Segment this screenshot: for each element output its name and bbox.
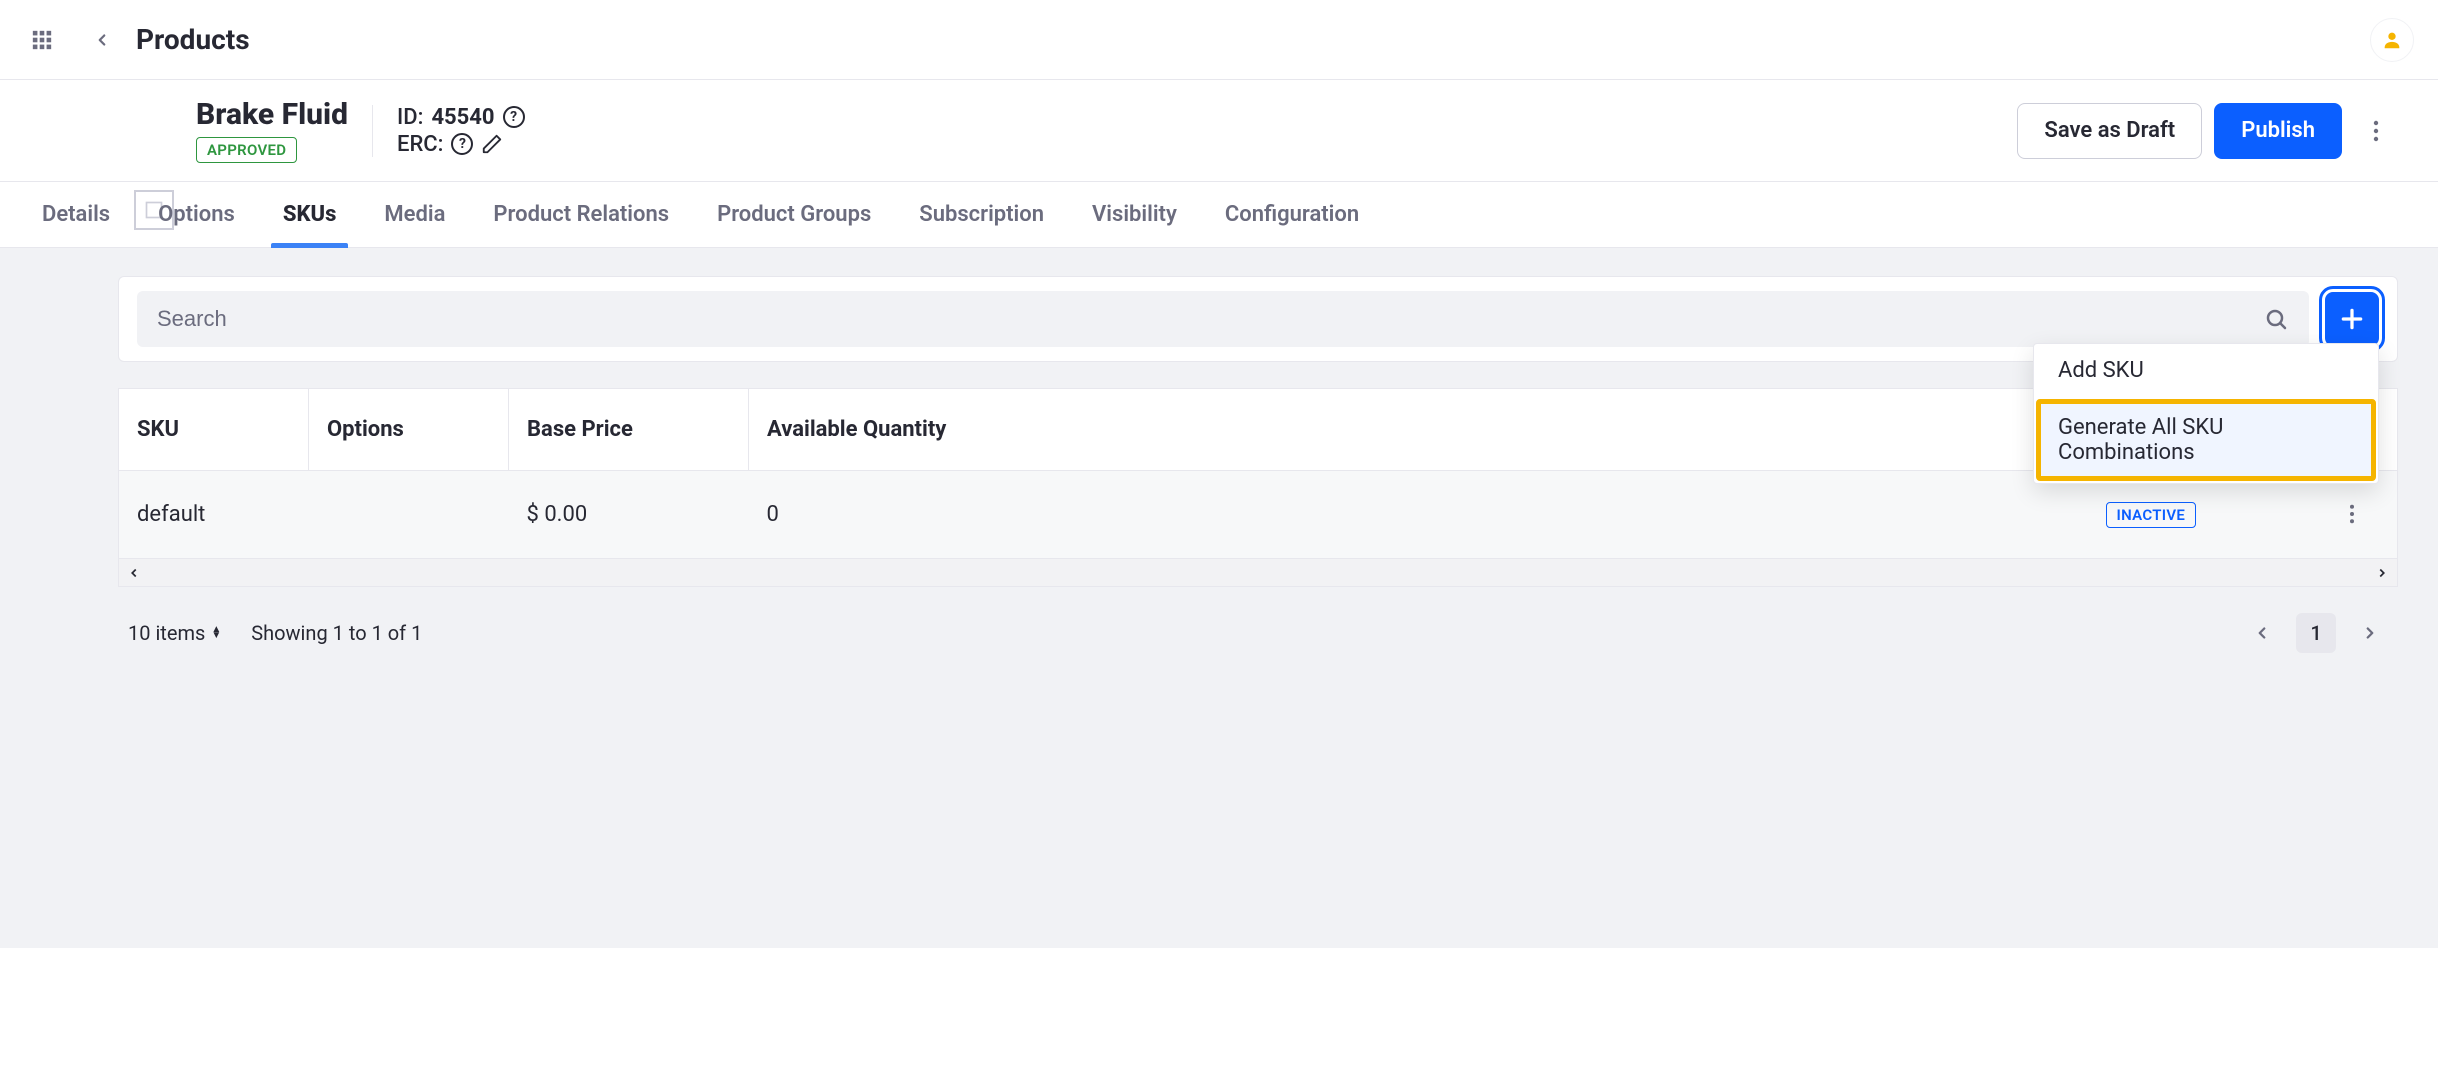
cell-qty: 0 xyxy=(749,471,2088,559)
chevron-left-icon xyxy=(93,31,111,49)
dropdown-add-sku[interactable]: Add SKU xyxy=(2034,344,2378,397)
id-label: ID: xyxy=(397,105,423,130)
toolbar: Add SKU Generate All SKU Combinations xyxy=(118,276,2398,362)
search-button[interactable] xyxy=(2261,304,2291,334)
app-switcher-button[interactable] xyxy=(24,22,60,58)
tab-product-relations[interactable]: Product Relations xyxy=(491,182,671,247)
add-dropdown: Add SKU Generate All SKU Combinations xyxy=(2033,343,2379,484)
pencil-icon xyxy=(481,133,503,155)
status-inactive-badge: INACTIVE xyxy=(2106,502,2197,528)
col-base-price[interactable]: Base Price xyxy=(509,389,749,471)
publish-button[interactable]: Publish xyxy=(2214,103,2342,159)
row-actions-button[interactable] xyxy=(2337,499,2367,529)
page-number-current[interactable]: 1 xyxy=(2296,613,2336,653)
chevron-left-icon xyxy=(2253,624,2271,642)
chevron-left-icon xyxy=(127,566,141,580)
tabs: Details Options SKUs Media Product Relat… xyxy=(0,182,2438,248)
back-button[interactable] xyxy=(84,22,120,58)
sort-arrows-icon: ▲▼ xyxy=(211,627,221,639)
tab-options[interactable]: Options xyxy=(156,182,237,247)
horizontal-scrollbar[interactable] xyxy=(118,559,2398,587)
divider xyxy=(372,105,373,157)
page-title: Products xyxy=(136,23,250,56)
content-area: Add SKU Generate All SKU Combinations SK… xyxy=(0,248,2438,948)
tab-details[interactable]: Details xyxy=(40,182,112,247)
product-meta: ID: 45540 ? ERC: ? xyxy=(397,105,525,157)
grid-icon xyxy=(31,29,53,51)
user-icon xyxy=(2381,29,2403,51)
kebab-icon xyxy=(2349,504,2355,524)
add-button[interactable] xyxy=(2325,292,2379,346)
tab-media[interactable]: Media xyxy=(382,182,447,247)
search-box xyxy=(137,291,2309,347)
tab-visibility[interactable]: Visibility xyxy=(1090,182,1179,247)
id-help-icon[interactable]: ? xyxy=(503,106,525,128)
dropdown-generate-all[interactable]: Generate All SKU Combinations xyxy=(2038,401,2374,479)
erc-edit-button[interactable] xyxy=(481,133,503,155)
col-available-quantity[interactable]: Available Quantity xyxy=(749,389,2088,471)
kebab-icon xyxy=(2373,120,2379,142)
product-header: Brake Fluid APPROVED ID: 45540 ? ERC: ? … xyxy=(0,80,2438,182)
pagination: 10 items ▲▼ Showing 1 to 1 of 1 1 xyxy=(118,613,2398,653)
status-badge: APPROVED xyxy=(196,137,297,163)
save-draft-button[interactable]: Save as Draft xyxy=(2017,103,2202,159)
cell-sku: default xyxy=(119,471,309,559)
id-value: 45540 xyxy=(431,105,494,130)
next-page-button[interactable] xyxy=(2352,615,2388,651)
erc-label: ERC: xyxy=(397,132,443,157)
product-title: Brake Fluid xyxy=(196,98,348,131)
items-per-page-label: 10 items xyxy=(128,621,205,645)
showing-text: Showing 1 to 1 of 1 xyxy=(251,621,422,645)
topbar: Products xyxy=(0,0,2438,80)
prev-page-button[interactable] xyxy=(2244,615,2280,651)
search-input[interactable] xyxy=(155,305,2261,333)
tab-subscription[interactable]: Subscription xyxy=(917,182,1046,247)
chevron-right-icon xyxy=(2375,566,2389,580)
cell-base-price: $ 0.00 xyxy=(509,471,749,559)
erc-help-icon[interactable]: ? xyxy=(451,133,473,155)
user-avatar[interactable] xyxy=(2370,18,2414,62)
col-options[interactable]: Options xyxy=(309,389,509,471)
chevron-right-icon xyxy=(2361,624,2379,642)
col-sku[interactable]: SKU xyxy=(119,389,309,471)
tab-configuration[interactable]: Configuration xyxy=(1223,182,1361,247)
cell-options xyxy=(309,471,509,559)
plus-icon xyxy=(2339,306,2365,332)
product-actions-menu[interactable] xyxy=(2354,109,2398,153)
tab-skus[interactable]: SKUs xyxy=(281,182,339,247)
tab-product-groups[interactable]: Product Groups xyxy=(715,182,873,247)
items-per-page-select[interactable]: 10 items ▲▼ xyxy=(128,621,221,645)
search-icon xyxy=(2264,307,2288,331)
